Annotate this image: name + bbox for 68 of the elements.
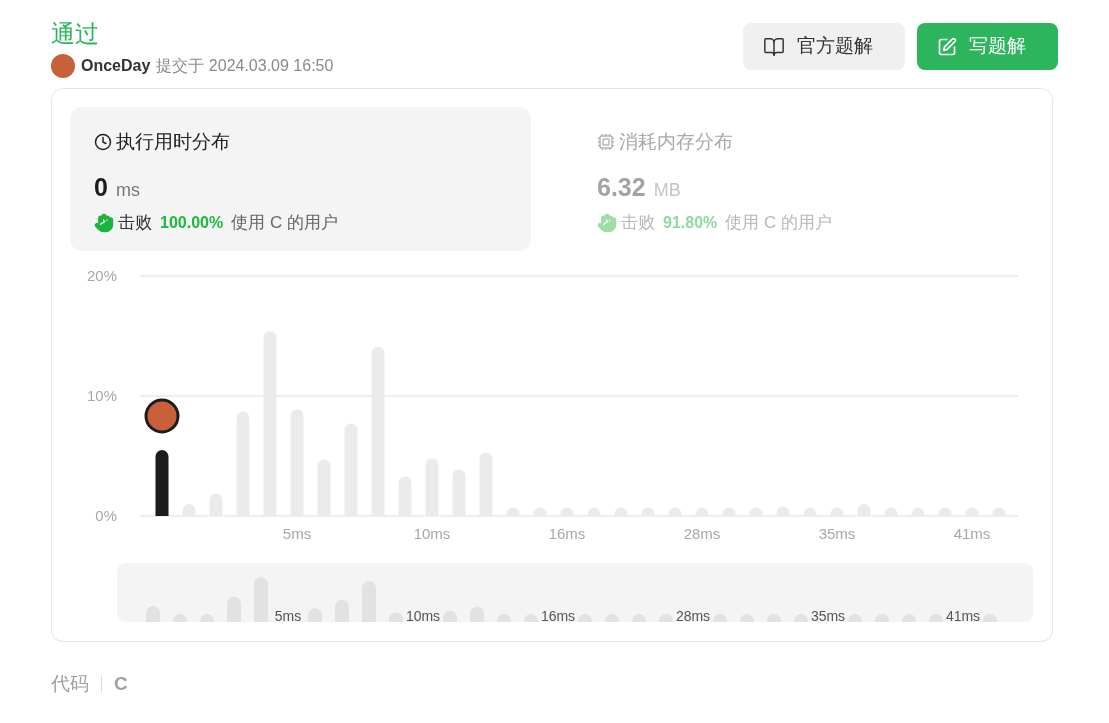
- overview-bar: [389, 612, 403, 622]
- y-axis-label: 0%: [95, 507, 117, 524]
- overview-bar: [740, 614, 754, 622]
- overview-bar: [470, 606, 484, 622]
- overview-bar: [173, 614, 187, 622]
- overview-bar: [335, 599, 349, 622]
- stat-card[interactable]: 执行用时分布 0 ms 击败 100.00% 使用 C 的用户: [70, 107, 531, 251]
- overview-panel[interactable]: 5ms 10ms 16ms 28ms 35ms 41ms: [117, 563, 1033, 622]
- overview-bar: [200, 614, 214, 622]
- overview-label: 35ms: [810, 608, 846, 622]
- overview-bar: [875, 614, 889, 622]
- x-axis-label: 28ms: [683, 525, 721, 542]
- overview-label: 41ms: [945, 608, 981, 622]
- stat-unit: ms: [115, 178, 140, 202]
- status-text: 通过: [51, 19, 100, 49]
- overview-label: 28ms: [675, 608, 711, 622]
- overview-bar: [227, 596, 241, 622]
- overview-bar: [605, 614, 619, 622]
- overview-bar: [524, 614, 538, 622]
- overview-bar: [254, 577, 268, 622]
- overview-bar: [443, 610, 457, 622]
- edit-icon: [937, 36, 957, 57]
- beat-percent: 91.80%: [663, 212, 718, 233]
- overview-label: 5ms: [274, 608, 302, 622]
- x-axis-label: 41ms: [953, 525, 991, 542]
- submission-time: 提交于 2024.03.09 16:50: [156, 56, 334, 76]
- overview-bar: [713, 614, 727, 622]
- stat-unit: MB: [653, 178, 681, 202]
- official-solution-button[interactable]: 官方题解: [743, 23, 905, 70]
- overview-bar: [146, 606, 160, 622]
- overview-bar: [929, 614, 943, 622]
- x-axis-label: 5ms: [282, 525, 312, 542]
- overview-bar: [497, 614, 511, 622]
- username[interactable]: OnceDay: [81, 54, 151, 78]
- avatar-marker: [144, 398, 180, 434]
- overview-bar: [659, 614, 673, 622]
- beat-percent: 100.00%: [160, 212, 224, 233]
- overview-bar: [308, 608, 322, 622]
- code-label: 代码: [51, 672, 89, 696]
- x-axis-label: 10ms: [413, 525, 451, 542]
- stat-title: 执行用时分布: [116, 130, 230, 154]
- overview-bar: [362, 581, 376, 622]
- overview-bar: [902, 614, 916, 622]
- overview-bar: [767, 614, 781, 622]
- chip-icon: [597, 133, 615, 152]
- overview-bar: [578, 614, 592, 622]
- user-avatar: [51, 54, 75, 78]
- book-icon: [763, 35, 785, 58]
- stat-value: 0: [94, 171, 108, 203]
- overview-label: 16ms: [540, 608, 576, 622]
- overview-label: 10ms: [405, 608, 441, 622]
- y-axis-label: 20%: [86, 267, 117, 284]
- clock-icon: [94, 133, 112, 152]
- beat-label: 击败: [118, 212, 152, 234]
- y-axis-label: 10%: [86, 387, 117, 404]
- highlighted-bar[interactable]: [155, 450, 169, 516]
- overview-bar: [848, 614, 862, 622]
- overview-bar: [632, 614, 646, 622]
- language-label: C: [114, 672, 128, 696]
- stat-value: 6.32: [597, 171, 646, 203]
- beat-description: 使用 C 的用户: [725, 212, 832, 234]
- beat-label: 击败: [621, 212, 655, 234]
- overview-bar: [794, 614, 808, 622]
- x-axis-label: 35ms: [818, 525, 856, 542]
- x-axis-label: 16ms: [548, 525, 586, 542]
- beat-description: 使用 C 的用户: [231, 212, 338, 234]
- stat-title: 消耗内存分布: [619, 130, 733, 154]
- overview-bar: [983, 614, 997, 622]
